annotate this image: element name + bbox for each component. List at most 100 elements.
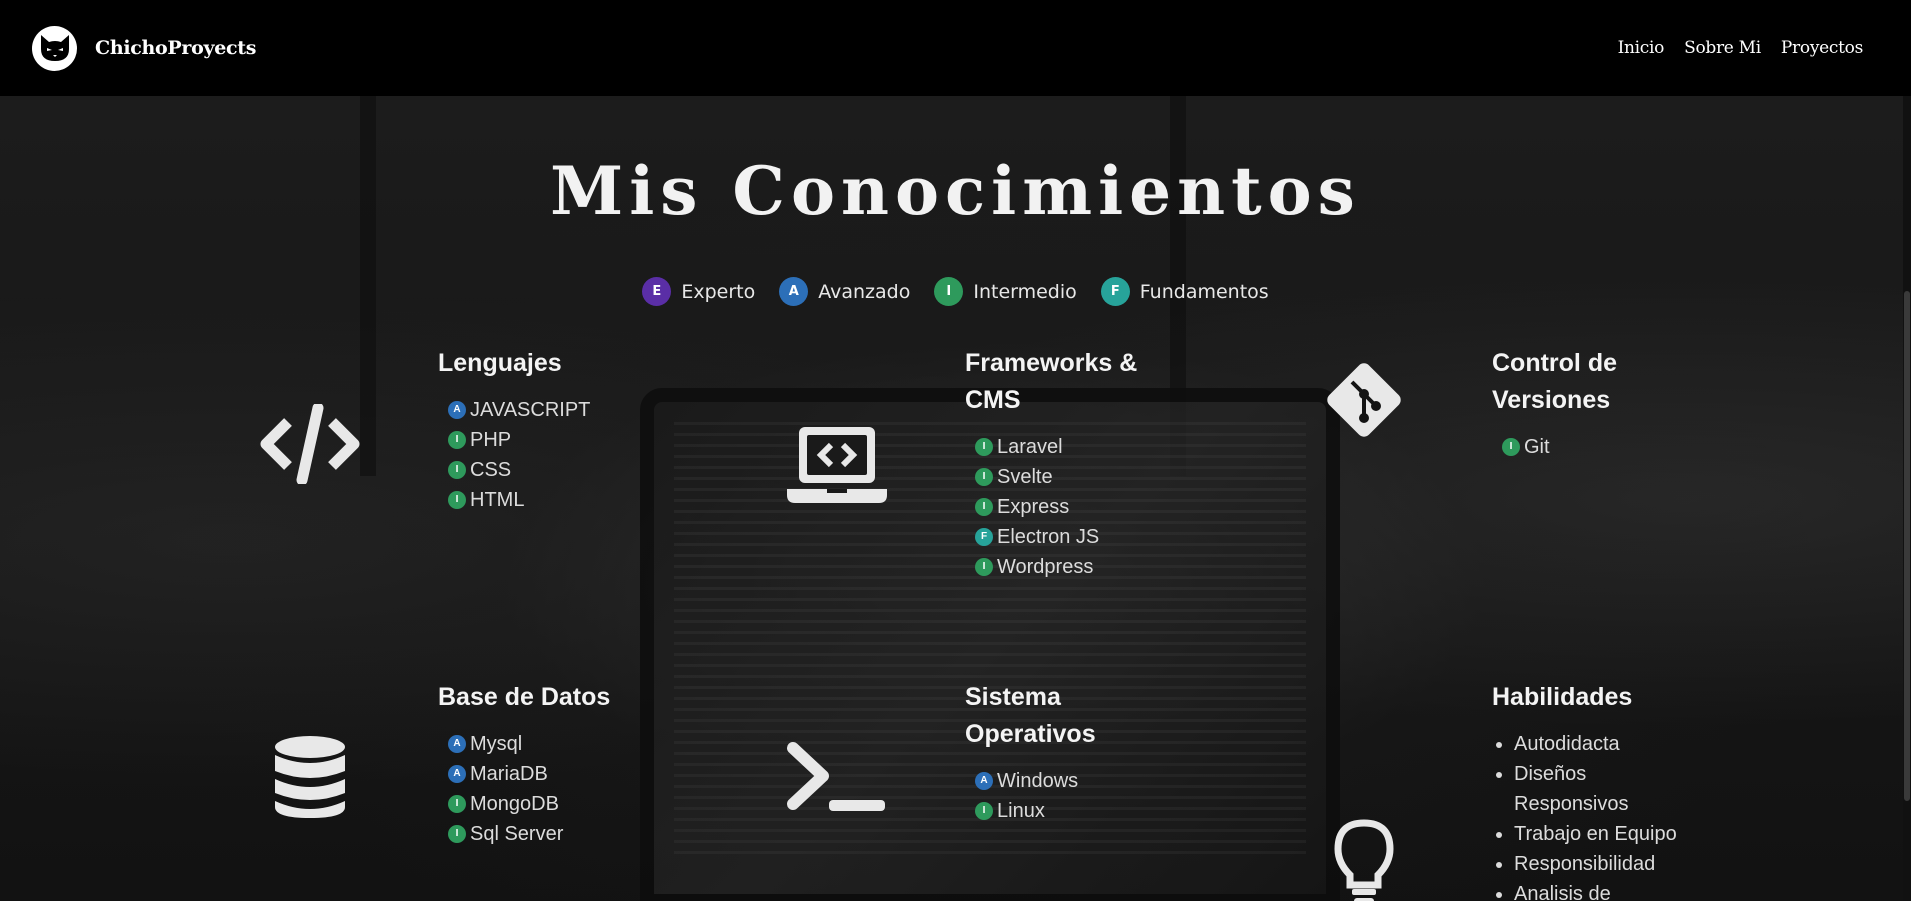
level-badge: I <box>975 558 993 576</box>
category-title: Lenguajes <box>438 349 562 377</box>
list-item: Trabajo en Equipo <box>1514 819 1722 849</box>
level-badge: A <box>448 735 466 753</box>
skill-list: I Git <box>1492 432 1722 462</box>
category-body: Control de Versiones I Git <box>1492 345 1722 462</box>
level-badge-f: F <box>1100 277 1130 306</box>
category-body: Frameworks & CMS I Laravel I Svelte I Expre… <box>965 345 1195 582</box>
list-item: Autodidacta <box>1514 729 1722 759</box>
skill-item: I MongoDB <box>448 789 668 819</box>
legend-label: Avanzado <box>818 280 911 303</box>
skill-name: MariaDB <box>470 763 548 785</box>
level-badge: I <box>448 491 466 509</box>
legend-label: Experto <box>681 280 756 303</box>
legend-item-intermedio: I Intermedio <box>934 277 1077 306</box>
category-lenguajes: Lenguajes A JAVASCRIPT I PHP I CSS I HTML <box>255 345 675 575</box>
level-badge: A <box>448 401 466 419</box>
level-badge: A <box>448 765 466 783</box>
skill-item: I CSS <box>448 455 668 485</box>
skill-name: Svelte <box>997 466 1053 488</box>
site-header: ChichoProyects Inicio Sobre Mi Proyectos <box>0 0 1911 96</box>
level-badge: I <box>975 802 993 820</box>
level-badge: I <box>448 461 466 479</box>
skill-name: Git <box>1524 436 1550 458</box>
terminal-icon <box>782 724 892 834</box>
legend-item-experto: E Experto <box>642 277 755 306</box>
level-badge: I <box>975 468 993 486</box>
category-versiones: Control de Versiones I Git <box>1309 345 1729 575</box>
skill-name: MongoDB <box>470 793 559 815</box>
laptop-code-icon <box>782 410 892 520</box>
skill-item: I Linux <box>975 796 1195 826</box>
skill-name: Linux <box>997 800 1045 822</box>
skill-name: Laravel <box>997 436 1063 458</box>
skill-name: Mysql <box>470 733 523 755</box>
level-badge: I <box>448 825 466 843</box>
category-title: Base de Datos <box>438 683 611 711</box>
category-title: Frameworks & CMS <box>965 349 1138 414</box>
list-item: Diseños Responsivos <box>1514 759 1634 819</box>
category-frameworks: Frameworks & CMS I Laravel I Svelte I Expre… <box>782 345 1202 578</box>
category-sistemas: Sistema Operativos A Windows I Linux <box>782 679 1202 901</box>
brand-name[interactable]: ChichoProyects <box>95 37 256 59</box>
database-icon <box>255 722 365 832</box>
skill-item: I Laravel <box>975 432 1195 462</box>
skill-name: PHP <box>470 429 512 451</box>
category-body: Habilidades Autodidacta Diseños Responsi… <box>1492 679 1722 901</box>
level-badge: F <box>975 528 993 546</box>
category-habilidades: Habilidades Autodidacta Diseños Responsi… <box>1309 679 1729 901</box>
skill-name: CSS <box>470 459 512 481</box>
skill-name: Windows <box>997 770 1079 792</box>
list-item: Analisis de <box>1514 879 1722 901</box>
level-badge: I <box>448 795 466 813</box>
skill-name: Express <box>997 496 1070 518</box>
skill-item: A MariaDB <box>448 759 668 789</box>
skill-item: I Git <box>1502 432 1722 462</box>
level-badge: I <box>448 431 466 449</box>
category-body: Sistema Operativos A Windows I Linux <box>965 679 1195 826</box>
brand[interactable]: ChichoProyects <box>32 25 256 71</box>
skill-item: I HTML <box>448 485 668 515</box>
legend-item-fundamentos: F Fundamentos <box>1100 277 1269 306</box>
skill-list: A Mysql A MariaDB I MongoDB I Sql Server <box>438 729 668 849</box>
main-nav: Inicio Sobre Mi Proyectos <box>1618 38 1864 58</box>
skill-item: I PHP <box>448 425 668 455</box>
skill-list: A Windows I Linux <box>965 766 1195 826</box>
skill-item: F Electron JS <box>975 522 1195 552</box>
skill-item: I Svelte <box>975 462 1195 492</box>
skill-item: A JAVASCRIPT <box>448 395 668 425</box>
skill-item: I Express <box>975 492 1195 522</box>
category-title: Sistema Operativos <box>965 683 1096 748</box>
page-title: Mis Conocimientos <box>550 152 1361 230</box>
skill-name: Electron JS <box>997 526 1100 548</box>
skill-list: A JAVASCRIPT I PHP I CSS I HTML <box>438 395 668 515</box>
skill-item: A Windows <box>975 766 1195 796</box>
level-badge: I <box>1502 438 1520 456</box>
nav-link-inicio[interactable]: Inicio <box>1618 38 1665 58</box>
nav-link-proyectos[interactable]: Proyectos <box>1781 38 1863 58</box>
nav-link-sobre-mi[interactable]: Sobre Mi <box>1684 38 1761 58</box>
scrollbar-thumb[interactable] <box>1904 291 1910 801</box>
level-badge-i: I <box>934 277 964 306</box>
legend-label: Fundamentos <box>1139 280 1269 303</box>
level-badge-e: E <box>642 277 672 306</box>
skill-item: A Mysql <box>448 729 668 759</box>
level-badge: I <box>975 438 993 456</box>
level-badge: A <box>975 772 993 790</box>
level-legend: E Experto A Avanzado I Intermedio F Fund… <box>0 277 1911 306</box>
skill-name: Sql Server <box>470 823 564 845</box>
level-badge: I <box>975 498 993 516</box>
skill-name: HTML <box>470 489 525 511</box>
category-body: Lenguajes A JAVASCRIPT I PHP I CSS I HTML <box>438 345 668 515</box>
category-title: Control de Versiones <box>1492 349 1617 414</box>
soft-skills-list: Autodidacta Diseños Responsivos Trabajo … <box>1492 729 1722 901</box>
category-body: Base de Datos A Mysql A MariaDB I MongoDB I… <box>438 679 668 849</box>
code-icon <box>255 389 365 499</box>
skill-name: JAVASCRIPT <box>470 399 591 421</box>
lightbulb-icon <box>1309 809 1419 901</box>
legend-item-avanzado: A Avanzado <box>779 277 910 306</box>
skill-item: I Sql Server <box>448 819 668 849</box>
skill-list: I Laravel I Svelte I Express F Electron JS I… <box>965 432 1195 582</box>
cat-logo-icon[interactable] <box>32 25 77 71</box>
category-title: Habilidades <box>1492 683 1633 711</box>
git-icon <box>1309 345 1419 455</box>
